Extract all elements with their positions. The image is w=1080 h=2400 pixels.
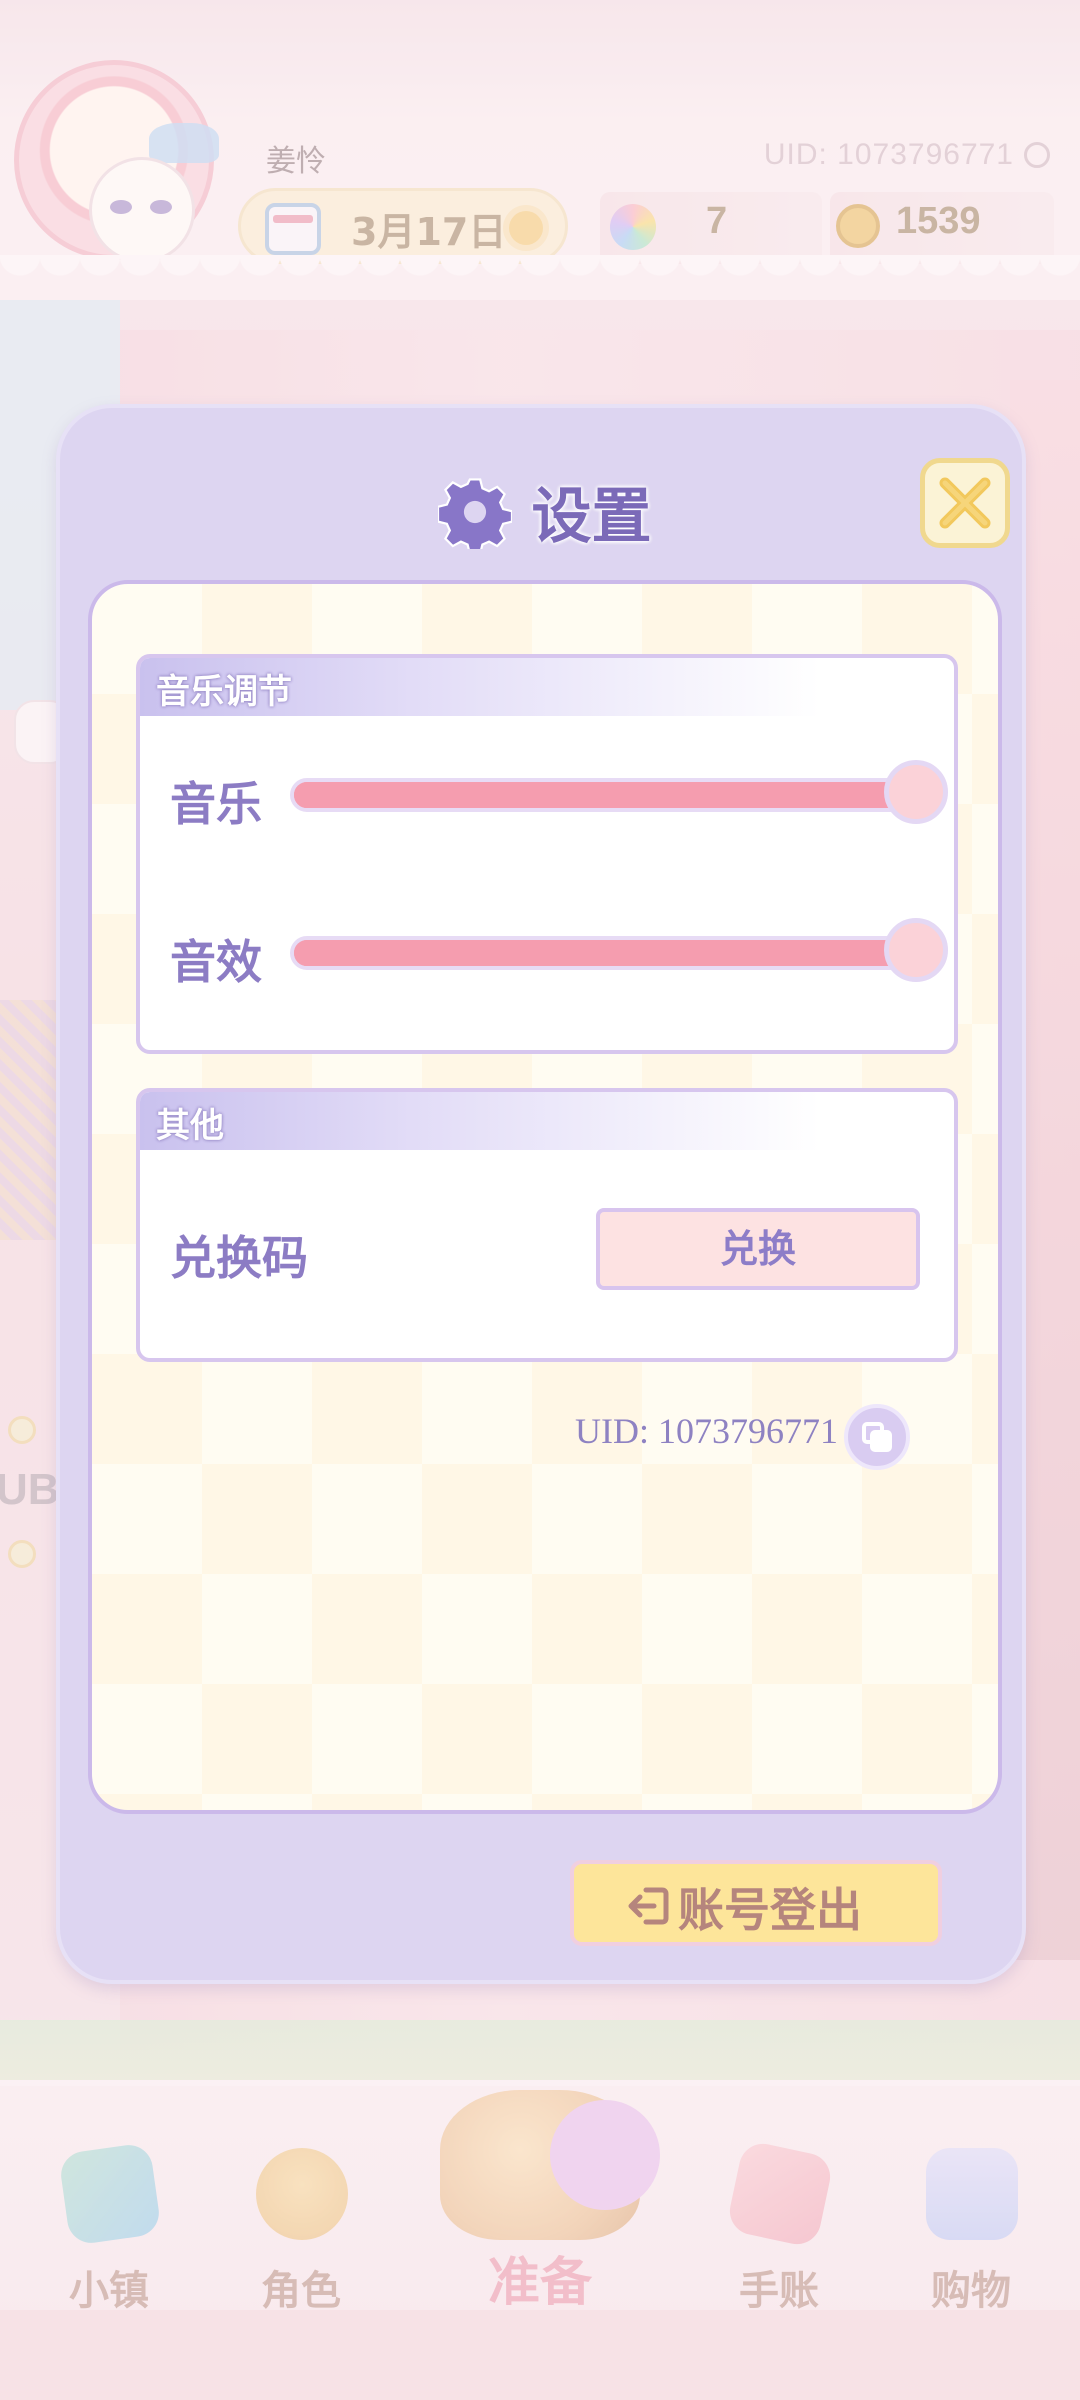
- dialog-title-text: 设置: [531, 482, 652, 552]
- settings-panel: 音乐调节 音乐 音效 其他 兑换码 兑换 UID: 1073796771: [88, 580, 1002, 1814]
- card-header: 音乐调节: [140, 658, 820, 716]
- copy-icon: [870, 1430, 892, 1452]
- close-icon: [939, 477, 991, 529]
- close-button[interactable]: [920, 458, 1010, 548]
- card-header: 其他: [140, 1092, 820, 1150]
- card-header-text: 音乐调节: [156, 672, 292, 712]
- copy-uid-button[interactable]: [844, 1404, 910, 1470]
- logout-button[interactable]: 账号登出: [570, 1860, 942, 1946]
- card-header-text: 其他: [156, 1106, 224, 1146]
- redeem-code-label: 兑换码: [170, 1231, 308, 1285]
- music-slider[interactable]: [290, 760, 948, 824]
- dialog-title: 设置: [60, 468, 1030, 555]
- music-settings-card: 音乐调节 音乐 音效: [136, 654, 958, 1054]
- uid-text: UID: 1073796771: [575, 1411, 838, 1451]
- sfx-slider-knob[interactable]: [884, 918, 948, 982]
- gear-icon: [438, 477, 513, 549]
- logout-icon: [628, 1887, 669, 1925]
- music-label: 音乐: [170, 777, 262, 831]
- music-slider-fill: [294, 782, 916, 808]
- other-settings-card: 其他 兑换码 兑换: [136, 1088, 958, 1362]
- logout-label: 账号登出: [678, 1883, 862, 1937]
- sfx-slider-fill: [294, 940, 916, 966]
- sfx-label: 音效: [170, 935, 262, 989]
- redeem-button[interactable]: 兑换: [596, 1208, 920, 1290]
- sfx-slider[interactable]: [290, 918, 948, 982]
- music-slider-knob[interactable]: [884, 760, 948, 824]
- settings-dialog: 设置 音乐调节 音乐 音效 其他 兑换码 兑换 UID: 1073796771 …: [56, 404, 1026, 1984]
